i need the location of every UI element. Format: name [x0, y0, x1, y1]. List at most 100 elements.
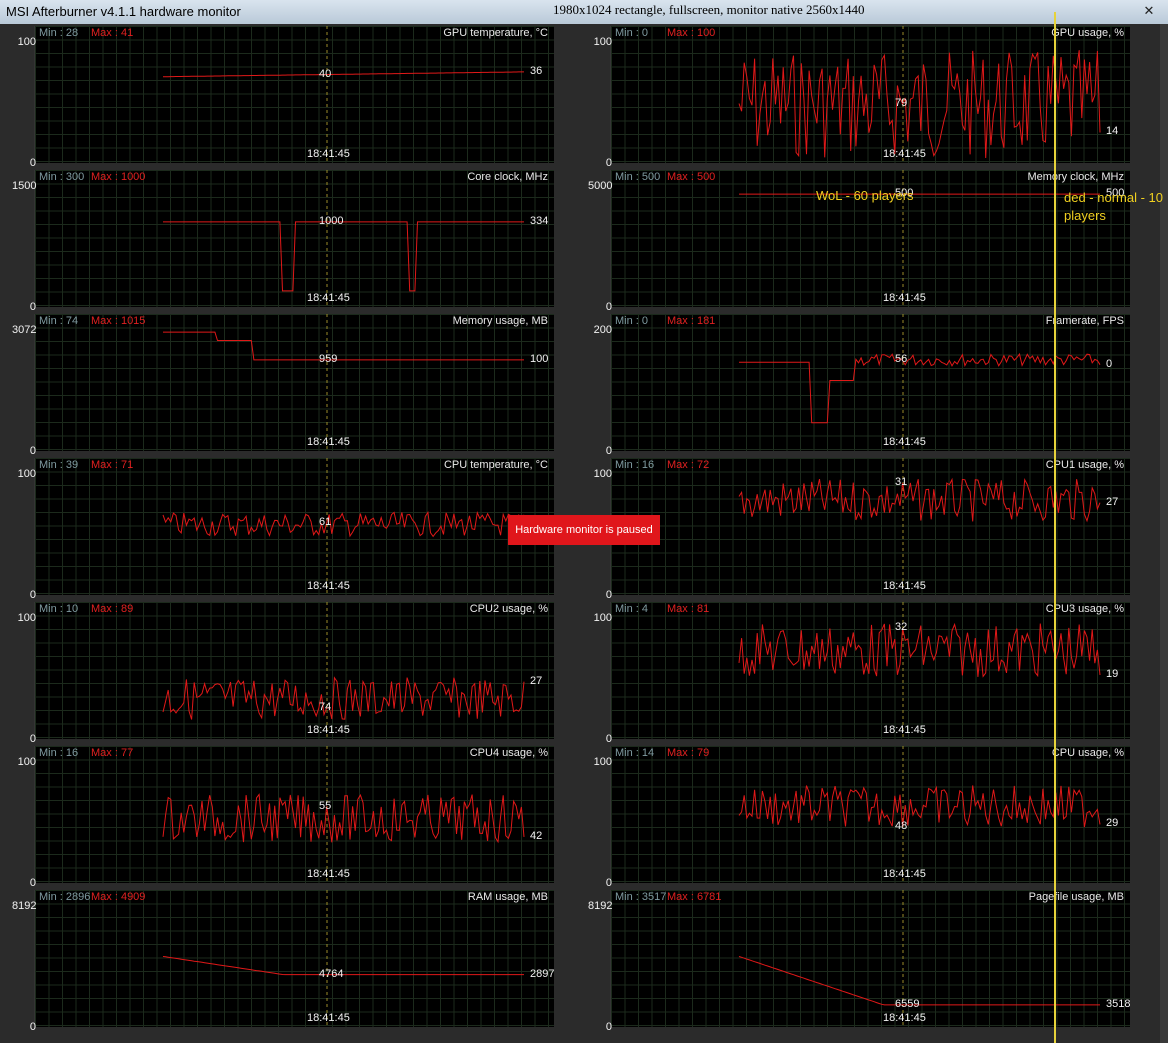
y-axis-max: 100 [593, 612, 612, 624]
y-axis-min: 0 [29, 1021, 36, 1033]
time-label: 18:41:45 [883, 868, 926, 880]
y-axis-max: 3072 [12, 324, 37, 336]
y-axis-max: 100 [593, 36, 612, 48]
graph-line [738, 956, 1100, 1006]
time-label: 18:41:45 [307, 1012, 350, 1024]
cursor-value: 31 [895, 475, 908, 488]
time-label: 18:41:45 [883, 1012, 926, 1024]
graph-svg [738, 746, 1101, 883]
graph-svg [162, 602, 525, 739]
current-value: 14 [1106, 125, 1119, 138]
y-axis-min: 0 [605, 877, 612, 889]
y-axis-min: 0 [605, 1021, 612, 1033]
graph-svg [163, 314, 524, 451]
time-label: 18:41:45 [307, 580, 350, 592]
paused-notice: Hardware monitor is paused [508, 515, 660, 545]
graph-line [738, 785, 1101, 828]
graph-svg [738, 602, 1101, 739]
graph-line [162, 793, 525, 844]
y-axis-min: 0 [29, 733, 36, 745]
y-axis-max: 100 [593, 756, 612, 768]
current-value: 0 [1106, 357, 1113, 370]
current-value: 29 [1106, 817, 1119, 830]
cursor-value: 79 [895, 97, 908, 110]
graph-line [738, 50, 1101, 159]
y-axis-max: 1500 [12, 180, 37, 192]
graph-line [163, 71, 524, 78]
time-label: 18:41:45 [307, 868, 350, 880]
graph-line [162, 676, 525, 720]
y-axis-min: 0 [605, 445, 612, 457]
current-value: 100 [530, 352, 549, 365]
graph-panel: Min : 300 Max : 1000 Core clock, MHz 1000 33… [34, 170, 554, 307]
graph-panel: Min : 14 Max : 79 CPU usage, % 48 29 18:41:45 [610, 746, 1130, 883]
cursor-value: 959 [319, 352, 338, 365]
current-value: 27 [530, 674, 543, 687]
cursor-value: 74 [319, 701, 332, 714]
annotation-players: players [1064, 208, 1106, 223]
graph-panel: Min : 3517 Max : 6781 Pagefile usage, MB 65… [610, 890, 1130, 1027]
annotation-wol: WoL - 60 players [816, 188, 914, 203]
y-axis-max: 100 [593, 468, 612, 480]
y-axis-min: 0 [605, 301, 612, 313]
y-axis-max: 8192 [12, 900, 37, 912]
cursor-value: 1000 [319, 214, 344, 227]
cursor-value: 6559 [895, 997, 920, 1010]
y-axis-max: 100 [17, 756, 36, 768]
y-axis-min: 0 [29, 157, 36, 169]
y-axis-min: 0 [605, 157, 612, 169]
graph-panel: Min : 28 Max : 41 GPU temperature, °C 40 36 1… [34, 26, 554, 163]
y-axis-min: 0 [605, 589, 612, 601]
graph-line [163, 221, 524, 292]
graph-panel: Min : 4 Max : 81 CPU3 usage, % 32 19 18:41:45 [610, 602, 1130, 739]
session-marker-line [1054, 12, 1056, 1043]
time-label: 18:41:45 [883, 292, 926, 304]
cursor-value: 48 [895, 819, 908, 832]
time-label: 18:41:45 [307, 436, 350, 448]
graph-panel: Min : 2896 Max : 4909 RAM usage, MB 4764 289… [34, 890, 554, 1027]
current-value: 334 [530, 214, 549, 227]
graph-line [738, 622, 1101, 678]
graph-line [738, 477, 1101, 523]
graph-line [163, 331, 524, 361]
y-axis-max: 100 [17, 468, 36, 480]
graph-svg [739, 314, 1101, 451]
graph-panel: Min : 0 Max : 181 Framerate, FPS 56 0 18:41:4… [610, 314, 1130, 451]
time-label: 18:41:45 [883, 148, 926, 160]
graph-svg [163, 170, 524, 307]
current-value: 3518 [1106, 997, 1131, 1010]
cursor-value: 55 [319, 799, 332, 812]
graph-panel: Min : 74 Max : 1015 Memory usage, MB 959 100… [34, 314, 554, 451]
y-axis-min: 0 [29, 589, 36, 601]
y-axis-min: 0 [29, 301, 36, 313]
graph-line [162, 956, 524, 976]
graph-panel: Min : 16 Max : 77 CPU4 usage, % 55 42 18:41:4… [34, 746, 554, 883]
time-label: 18:41:45 [883, 580, 926, 592]
graph-panel: Min : 10 Max : 89 CPU2 usage, % 74 27 18:41:4… [34, 602, 554, 739]
title-bar: MSI Afterburner v4.1.1 hardware monitor … [0, 0, 1168, 24]
y-axis-max: 5000 [588, 180, 613, 192]
graph-svg [163, 26, 524, 163]
y-axis-min: 0 [605, 733, 612, 745]
graph-svg [162, 458, 525, 595]
scrollbar[interactable] [1160, 24, 1168, 1043]
graph-panel: Min : 39 Max : 71 CPU temperature, °C 61 18:… [34, 458, 554, 595]
graph-svg [738, 890, 1100, 1027]
graph-svg [738, 26, 1101, 163]
current-value: 42 [530, 829, 543, 842]
y-axis-max: 100 [17, 612, 36, 624]
cursor-value: 40 [319, 67, 332, 80]
time-label: 18:41:45 [883, 724, 926, 736]
time-label: 18:41:45 [307, 148, 350, 160]
y-axis-min: 0 [29, 445, 36, 457]
graph-panel: Min : 16 Max : 72 CPU1 usage, % 31 27 18:41:4… [610, 458, 1130, 595]
window-title: MSI Afterburner v4.1.1 hardware monitor [6, 4, 241, 19]
graph-line [739, 352, 1101, 424]
y-axis-max: 8192 [588, 900, 613, 912]
time-label: 18:41:45 [307, 292, 350, 304]
close-icon[interactable]: ✕ [1138, 2, 1160, 20]
current-value: 2897 [530, 967, 555, 980]
y-axis-min: 0 [29, 877, 36, 889]
current-value: 19 [1106, 668, 1119, 681]
cursor-value: 61 [319, 516, 332, 529]
